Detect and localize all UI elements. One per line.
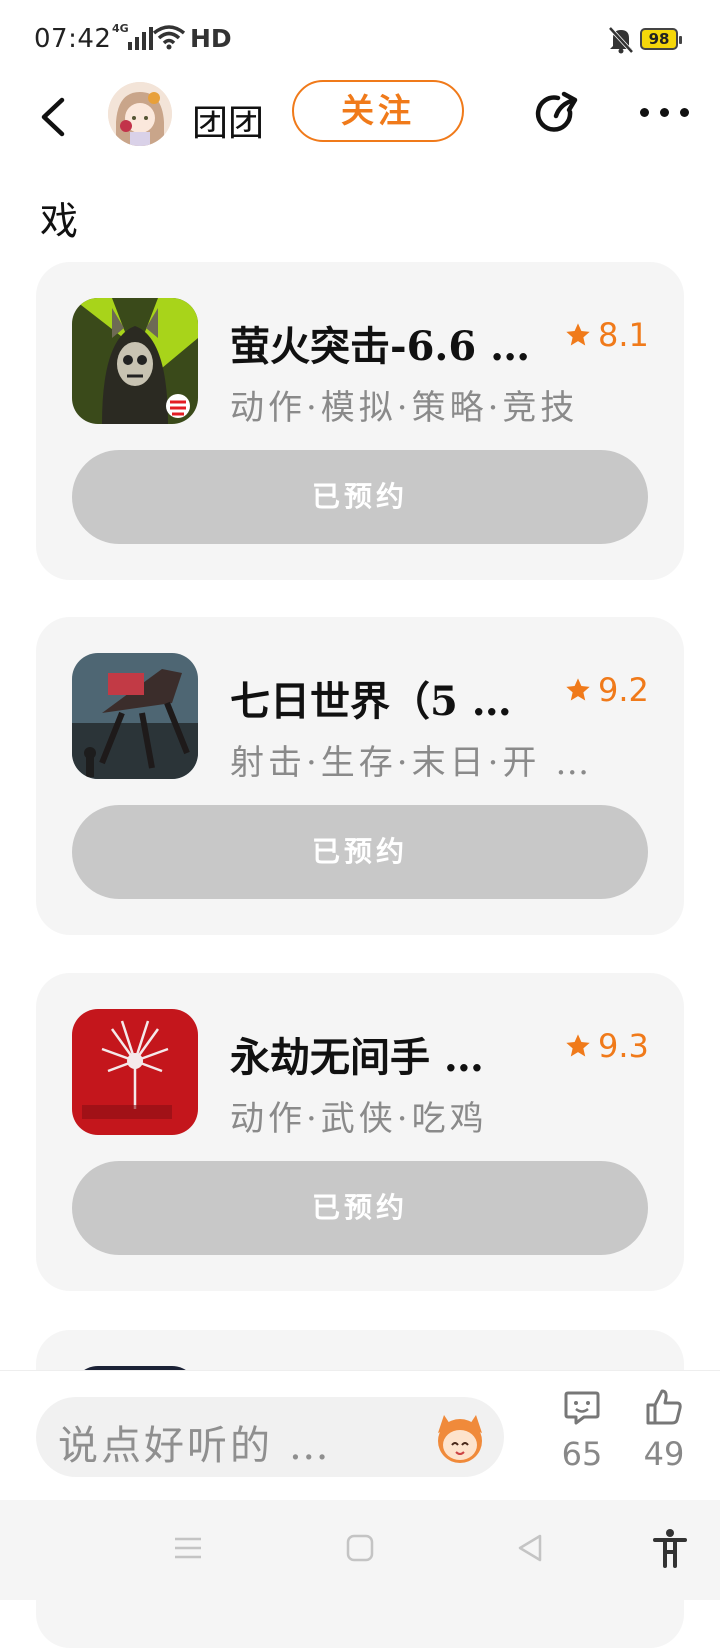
share-icon[interactable] xyxy=(532,90,580,138)
game-title[interactable]: 永劫无间手 … xyxy=(230,1025,545,1083)
rating-value: 8.1 xyxy=(598,316,649,354)
battery-indicator: 98 xyxy=(640,28,682,50)
game-icon[interactable] xyxy=(72,653,198,779)
reserved-button[interactable]: 已预约 xyxy=(72,805,648,899)
comment-bar: 说点好听的 … 65 49 xyxy=(0,1370,720,1501)
comments-stat[interactable]: 65 xyxy=(552,1387,612,1473)
rating-value: 9.3 xyxy=(598,1027,649,1065)
rating-value: 9.2 xyxy=(598,671,649,709)
hd-indicator: HD xyxy=(190,24,232,53)
wifi-icon xyxy=(152,25,186,50)
game-tags: 动作·模拟·策略·竞技 xyxy=(230,388,579,428)
game-title[interactable]: 七日世界（5 … xyxy=(230,669,545,727)
status-bar: 07:42 4G HD 98 xyxy=(0,0,720,70)
comment-input[interactable]: 说点好听的 … xyxy=(36,1397,504,1477)
game-icon[interactable] xyxy=(72,1009,198,1135)
comment-icon[interactable] xyxy=(562,1387,602,1427)
more-options-icon[interactable] xyxy=(640,108,689,117)
cell-signal-icon: 4G xyxy=(112,22,153,50)
comments-count: 65 xyxy=(561,1435,603,1473)
mascot-emoji-icon[interactable] xyxy=(430,1407,490,1467)
star-icon xyxy=(566,1034,590,1057)
back-triangle-icon[interactable] xyxy=(514,1532,546,1564)
profile-header: 团团 关注 xyxy=(0,70,720,160)
menu-icon[interactable] xyxy=(172,1532,204,1564)
game-rating: 9.3 xyxy=(564,1027,649,1065)
clock: 07:42 xyxy=(34,24,112,54)
game-rating: 8.1 xyxy=(564,316,649,354)
game-title[interactable]: 萤火突击-6.6 … xyxy=(230,314,545,372)
star-icon xyxy=(566,323,590,346)
game-tags: 射击·生存·末日·开 … xyxy=(230,743,594,783)
avatar[interactable] xyxy=(108,82,172,146)
thumbs-up-icon[interactable] xyxy=(644,1387,684,1427)
comment-placeholder: 说点好听的 … xyxy=(58,1423,332,1469)
system-nav-bar xyxy=(0,1500,720,1600)
game-icon[interactable] xyxy=(72,298,198,424)
accessibility-icon[interactable] xyxy=(652,1528,688,1568)
game-rating: 9.2 xyxy=(564,671,649,709)
username[interactable]: 团团 xyxy=(192,94,264,146)
reserved-button[interactable]: 已预约 xyxy=(72,1161,648,1255)
section-title: 戏 xyxy=(40,199,79,243)
reserved-button[interactable]: 已预约 xyxy=(72,450,648,544)
follow-button[interactable]: 关注 xyxy=(292,80,464,142)
star-icon xyxy=(566,678,590,701)
mute-bell-icon xyxy=(608,26,634,54)
home-icon[interactable] xyxy=(344,1532,376,1564)
game-card[interactable]: 永劫无间手 … 9.3 动作·武侠·吃鸡 已预约 xyxy=(36,973,684,1291)
likes-count: 49 xyxy=(643,1435,685,1473)
likes-stat[interactable]: 49 xyxy=(634,1387,694,1473)
back-arrow-icon[interactable] xyxy=(34,94,74,140)
game-card[interactable]: 萤火突击-6.6 … 8.1 动作·模拟·策略·竞技 已预约 xyxy=(36,262,684,580)
game-tags: 动作·武侠·吃鸡 xyxy=(230,1099,488,1139)
game-card[interactable]: 七日世界（5 … 9.2 射击·生存·末日·开 … 已预约 xyxy=(36,617,684,935)
